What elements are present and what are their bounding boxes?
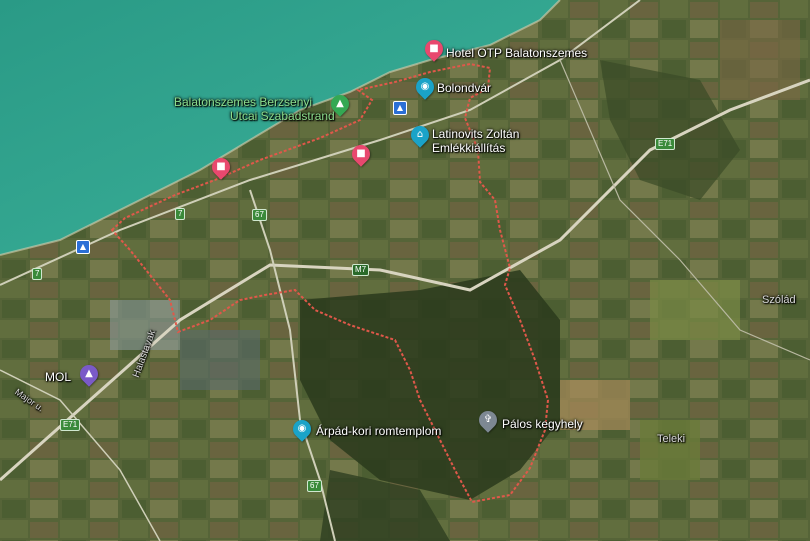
road-shield-7: 7 — [175, 208, 186, 220]
camera-icon[interactable]: ◉ — [412, 74, 438, 100]
field — [650, 280, 740, 340]
tree-icon[interactable]: ▲ — [327, 91, 353, 117]
bed-icon[interactable]: ■ — [348, 141, 374, 167]
road-shield-e71: E71 — [655, 138, 676, 150]
mol-label[interactable]: MOL — [45, 370, 71, 384]
road-shield-67: 67 — [252, 209, 267, 221]
arpad-label[interactable]: Árpád-kori romtemplom — [316, 424, 441, 438]
strand-label-line1[interactable]: Balatonszemes Berzsenyi — [174, 95, 312, 109]
camera-icon[interactable]: ◉ — [289, 416, 315, 442]
szolad-label: Szólád — [762, 294, 796, 306]
museum-icon[interactable]: ⌂ — [407, 122, 433, 148]
church-icon[interactable]: ✞ — [475, 407, 501, 433]
field — [180, 330, 260, 390]
bus-stop-icon[interactable]: ▲ — [393, 101, 407, 115]
road-shield-m7: M7 — [352, 264, 370, 276]
satellite-map[interactable] — [0, 0, 810, 541]
bed-icon[interactable]: ■ — [208, 154, 234, 180]
field — [640, 420, 700, 480]
bolondvar-label[interactable]: Bolondvár — [437, 81, 491, 95]
bus-stop-icon[interactable]: ▲ — [76, 240, 90, 254]
road-shield-e71: E71 — [60, 419, 81, 431]
road-shield-67: 67 — [307, 480, 322, 492]
teleki-label: Teleki — [657, 433, 686, 445]
latinovits-label-line1[interactable]: Latinovits Zoltán — [432, 127, 519, 141]
bed-icon[interactable]: ■ — [421, 36, 447, 62]
latinovits-label-line2[interactable]: Emlékkiállítás — [432, 141, 505, 155]
palos-label[interactable]: Pálos kegyhely — [502, 417, 583, 431]
fuel-icon[interactable]: ▲ — [76, 361, 102, 387]
hotel-otp-label[interactable]: Hotel OTP Balatonszemes — [446, 46, 587, 60]
road-shield-7: 7 — [32, 268, 43, 280]
strand-label-line2[interactable]: Utcai Szabadstrand — [230, 109, 335, 123]
